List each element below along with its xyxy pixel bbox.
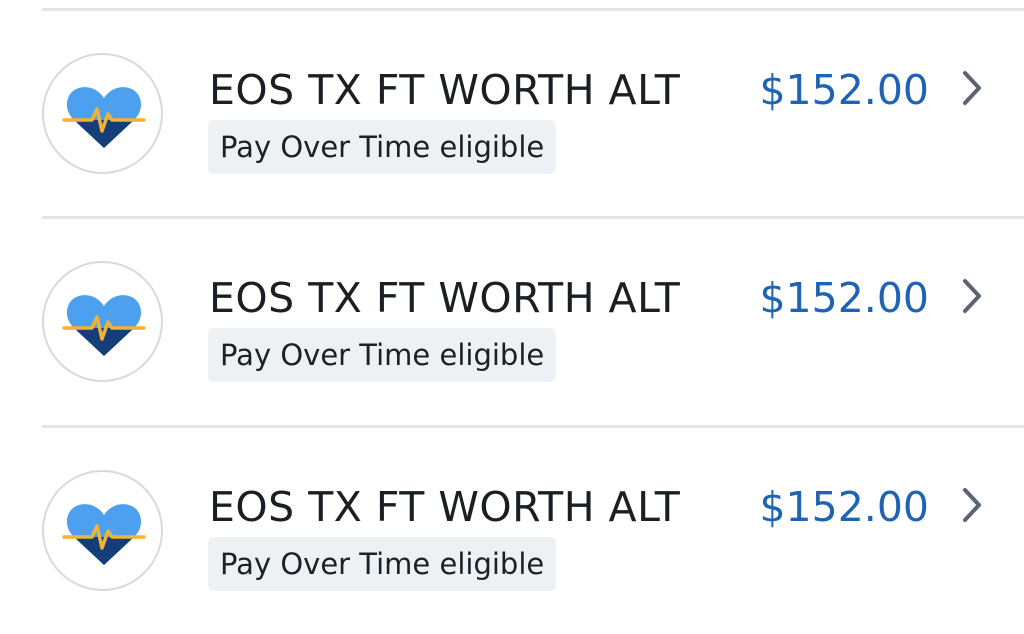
merchant-avatar	[42, 53, 163, 174]
merchant-name: EOS TX FT WORTH ALT	[209, 483, 681, 531]
chevron-right-icon[interactable]	[958, 276, 986, 316]
merchant-avatar	[42, 470, 163, 591]
merchant-avatar	[42, 261, 163, 382]
heart-pulse-icon	[62, 87, 146, 148]
transaction-amount: $152.00	[759, 483, 929, 531]
transaction-row[interactable]: EOS TX FT WORTH ALT Pay Over Time eligib…	[0, 11, 1024, 217]
chevron-right-icon[interactable]	[958, 485, 986, 525]
merchant-name: EOS TX FT WORTH ALT	[209, 66, 681, 114]
heart-pulse-icon	[62, 504, 146, 565]
transaction-amount: $152.00	[759, 274, 929, 322]
heart-pulse-icon	[62, 295, 146, 356]
transaction-row[interactable]: EOS TX FT WORTH ALT Pay Over Time eligib…	[0, 219, 1024, 425]
transaction-amount: $152.00	[759, 66, 929, 114]
pay-over-time-badge: Pay Over Time eligible	[208, 328, 557, 382]
pay-over-time-badge: Pay Over Time eligible	[208, 537, 557, 591]
chevron-right-icon[interactable]	[958, 68, 986, 108]
pay-over-time-badge: Pay Over Time eligible	[208, 120, 557, 174]
merchant-name: EOS TX FT WORTH ALT	[209, 274, 681, 322]
transaction-row[interactable]: EOS TX FT WORTH ALT Pay Over Time eligib…	[0, 428, 1024, 634]
